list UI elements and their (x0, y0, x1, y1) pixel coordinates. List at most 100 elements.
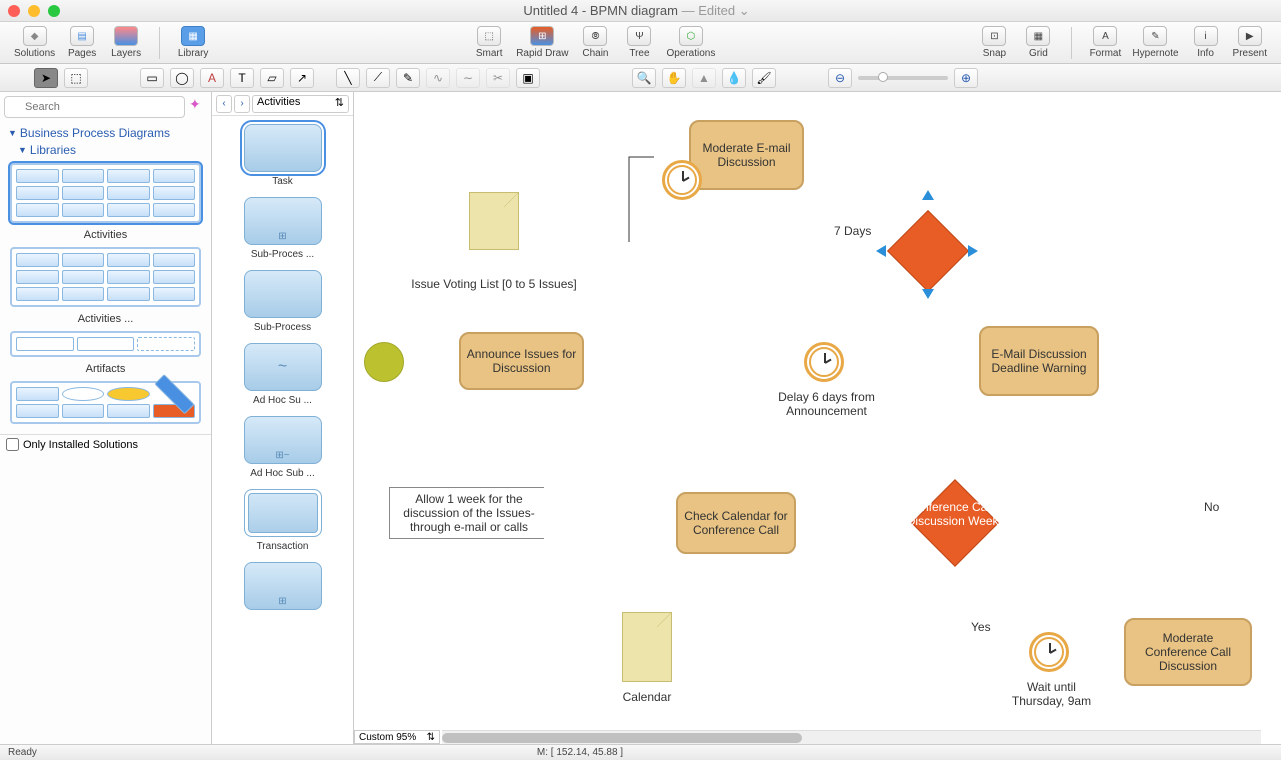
lib-artifacts-label: Artifacts (8, 363, 203, 375)
smart-button[interactable]: ⬚Smart (468, 24, 510, 61)
shape-subprocess-collapsed[interactable]: ⊞Sub-Proces ... (212, 197, 353, 260)
solutions-button[interactable]: ◆Solutions (10, 24, 59, 61)
solutions-tree: ▼Business Process Diagrams ▼Libraries Ac… (0, 122, 211, 434)
marquee-tool[interactable]: ⬚ (64, 68, 88, 88)
layers-icon (114, 26, 138, 46)
present-icon: ▶ (1238, 26, 1262, 46)
zoom-tool[interactable]: 🔍 (632, 68, 656, 88)
pan-tool[interactable]: ✋ (662, 68, 686, 88)
operations-icon: ⬡ (679, 26, 703, 46)
chain-button[interactable]: ⦾Chain (574, 24, 616, 61)
arc-tool[interactable]: ⟋ (366, 68, 390, 88)
timer-thursday-icon[interactable] (1029, 632, 1069, 672)
shape-extra[interactable]: ⊞ (212, 562, 353, 610)
lib-activities-label: Activities (8, 229, 203, 241)
lib-artifacts-thumb[interactable] (10, 331, 201, 357)
spline-tool[interactable]: ∼ (456, 68, 480, 88)
pages-button[interactable]: ▤Pages (61, 24, 103, 61)
shape-adhoc-collapsed[interactable]: ~Ad Hoc Su ... (212, 343, 353, 406)
arrow-tool[interactable]: ↗ (290, 68, 314, 88)
layers-button[interactable]: Layers (105, 24, 147, 61)
ellipse-tool[interactable]: ◯ (170, 68, 194, 88)
gateway-handle-w[interactable] (876, 245, 886, 257)
present-button[interactable]: ▶Present (1229, 24, 1271, 61)
tree-libraries[interactable]: ▼Libraries (18, 143, 203, 157)
lib-back-button[interactable]: ‹ (216, 95, 232, 113)
only-installed-label: Only Installed Solutions (23, 439, 138, 451)
textbox-tool[interactable]: T (230, 68, 254, 88)
gateway-handle-e[interactable] (968, 245, 978, 257)
pen-tool[interactable]: ✎ (396, 68, 420, 88)
zoom-in-button[interactable]: ⊕ (954, 68, 978, 88)
moderate-email-task[interactable]: Moderate E-mail Discussion (689, 120, 804, 190)
moderate-conf-task[interactable]: Moderate Conference Call Discussion (1124, 618, 1252, 686)
tree-root[interactable]: ▼Business Process Diagrams (8, 126, 203, 140)
email-warning-task[interactable]: E-Mail Discussion Deadline Warning (979, 326, 1099, 396)
status-ready: Ready (8, 747, 37, 758)
snap-button[interactable]: ⊡Snap (973, 24, 1015, 61)
merge-gateway[interactable] (887, 210, 969, 292)
info-button[interactable]: iInfo (1185, 24, 1227, 61)
search-input[interactable] (4, 96, 185, 118)
lib-forward-button[interactable]: › (234, 95, 250, 113)
calendar-label: Calendar (617, 690, 677, 704)
minimize-window-button[interactable] (28, 5, 40, 17)
shape-tool[interactable]: ▣ (516, 68, 540, 88)
zoom-slider[interactable] (858, 76, 948, 80)
window-title: Untitled 4 - BPMN diagram — Edited ⌄ (60, 3, 1213, 19)
timer-delay6-icon[interactable] (804, 342, 844, 382)
zoom-window-button[interactable] (48, 5, 60, 17)
start-event[interactable] (364, 342, 404, 382)
grid-button[interactable]: ▦Grid (1017, 24, 1059, 61)
chain-icon: ⦾ (583, 26, 607, 46)
lib-more-thumb[interactable] (10, 381, 201, 424)
voting-list-note[interactable] (469, 192, 519, 250)
operations-button[interactable]: ⬡Operations (662, 24, 719, 61)
lib-activities2-label: Activities ... (8, 313, 203, 325)
format-button[interactable]: AFormat (1084, 24, 1126, 61)
only-installed-checkbox[interactable]: Only Installed Solutions (0, 434, 211, 454)
rapid-draw-button[interactable]: ⊞Rapid Draw (512, 24, 572, 61)
pointer-tool[interactable]: ➤ (34, 68, 58, 88)
stamp-tool[interactable]: ▲ (692, 68, 716, 88)
lib-dropdown[interactable]: Activities ⇅ (252, 95, 349, 113)
eyedropper-tool[interactable]: 💧 (722, 68, 746, 88)
title-dropdown-icon[interactable]: ⌄ (739, 3, 750, 18)
line-tool[interactable]: ╲ (336, 68, 360, 88)
only-installed-check[interactable] (6, 438, 19, 451)
pages-icon: ▤ (70, 26, 94, 46)
brush-tool[interactable]: 🖌 (752, 68, 776, 88)
lib-activities-thumb[interactable] (10, 163, 201, 223)
shape-adhoc[interactable]: ⊞~Ad Hoc Sub ... (212, 416, 353, 479)
timer-7days-icon[interactable] (662, 160, 702, 200)
lib-activities2-thumb[interactable] (10, 247, 201, 307)
scissors-tool[interactable]: ✂ (486, 68, 510, 88)
zoom-out-button[interactable]: ⊖ (828, 68, 852, 88)
hypernote-button[interactable]: ✎Hypernote (1128, 24, 1182, 61)
horizontal-scrollbar[interactable] (442, 730, 1261, 744)
check-calendar-task[interactable]: Check Calendar for Conference Call (676, 492, 796, 554)
gateway-handle-n[interactable] (922, 190, 934, 200)
titlebar: Untitled 4 - BPMN diagram — Edited ⌄ (0, 0, 1281, 22)
rectangle-tool[interactable]: ▭ (140, 68, 164, 88)
timer-thursday-label: Wait until Thursday, 9am (1004, 680, 1099, 708)
zoom-select[interactable]: Custom 95%⇅ (354, 730, 440, 744)
shape-task[interactable]: Task (212, 124, 353, 187)
magic-wand-icon[interactable]: ✦ (189, 96, 207, 114)
close-window-button[interactable] (8, 5, 20, 17)
callout-tool[interactable]: ▱ (260, 68, 284, 88)
hypernote-icon: ✎ (1143, 26, 1167, 46)
annotation-text[interactable]: Allow 1 week for the discussion of the I… (389, 487, 544, 539)
announce-task[interactable]: Announce Issues for Discussion (459, 332, 584, 390)
shape-transaction[interactable]: Transaction (212, 489, 353, 552)
rapid-draw-icon: ⊞ (530, 26, 554, 46)
calendar-note[interactable] (622, 612, 672, 682)
tree-button[interactable]: ΨTree (618, 24, 660, 61)
flow-yes-label: Yes (971, 620, 991, 634)
text-tool[interactable]: A (200, 68, 224, 88)
gateway-handle-s[interactable] (922, 289, 934, 299)
shape-subprocess[interactable]: Sub-Process (212, 270, 353, 333)
library-button[interactable]: ▦Library (172, 24, 214, 61)
bezier-tool[interactable]: ∿ (426, 68, 450, 88)
canvas[interactable]: Issue Voting List [0 to 5 Issues] Announ… (354, 92, 1281, 744)
